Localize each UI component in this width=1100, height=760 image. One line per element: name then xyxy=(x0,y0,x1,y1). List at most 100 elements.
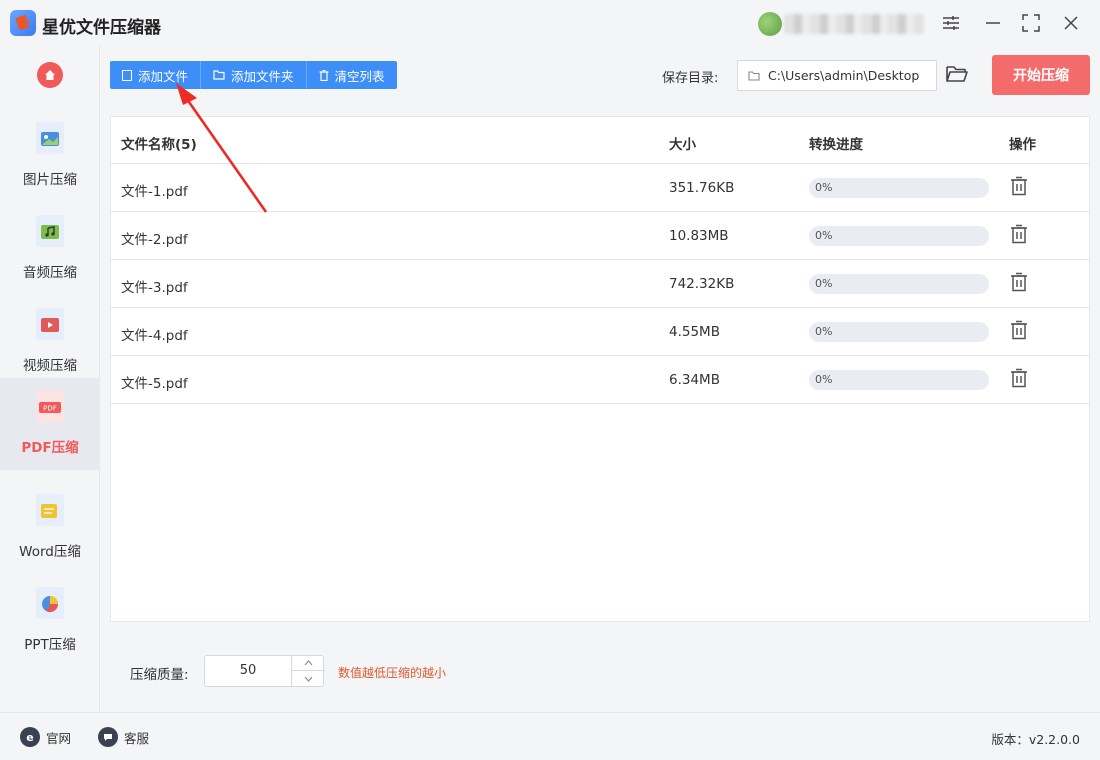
file-size: 10.83MB xyxy=(669,228,729,244)
file-toolbar: 添加文件 添加文件夹 清空列表 xyxy=(110,61,397,89)
quality-spinner xyxy=(291,656,325,686)
file-size: 742.32KB xyxy=(669,276,735,292)
customer-service-label: 客服 xyxy=(124,730,150,746)
column-header-action: 操作 xyxy=(1009,137,1036,153)
website-icon: e xyxy=(20,727,40,747)
title-bar: 星优文件压缩器 xyxy=(0,0,1100,46)
video-file-icon xyxy=(36,308,64,340)
minimize-icon[interactable] xyxy=(982,12,1004,34)
file-icon xyxy=(122,69,132,81)
trash-icon xyxy=(319,69,329,81)
file-name: 文件-5.pdf xyxy=(121,376,188,392)
delete-row-icon[interactable] xyxy=(1010,368,1028,388)
sidebar-item-label: 图片压缩 xyxy=(23,172,77,188)
file-size: 4.55MB xyxy=(669,324,720,340)
word-file-icon xyxy=(36,494,64,526)
file-table: 文件名称(5) 大小 转换进度 操作 文件-1.pdf 351.76KB 0% … xyxy=(110,116,1090,622)
column-header-size: 大小 xyxy=(669,137,696,153)
add-folder-button[interactable]: 添加文件夹 xyxy=(201,61,307,89)
settings-icon[interactable] xyxy=(940,12,962,34)
save-directory-field[interactable]: C:\Users\admin\Desktop xyxy=(737,60,937,91)
file-name: 文件-2.pdf xyxy=(121,232,188,248)
progress-bar: 0% xyxy=(809,370,989,390)
table-header: 文件名称(5) 大小 转换进度 操作 xyxy=(111,117,1089,164)
audio-file-icon xyxy=(36,215,64,247)
folder-icon xyxy=(748,70,760,81)
progress-bar: 0% xyxy=(809,322,989,342)
increment-button[interactable] xyxy=(292,656,325,671)
sidebar-item-label: 视频压缩 xyxy=(23,358,77,374)
sidebar-item-audio[interactable]: 音频压缩 xyxy=(0,203,100,295)
browse-folder-icon[interactable] xyxy=(945,64,969,86)
home-icon xyxy=(45,70,55,80)
add-file-button[interactable]: 添加文件 xyxy=(110,61,202,89)
website-label: 官网 xyxy=(46,730,72,746)
chat-icon xyxy=(98,727,118,747)
pdf-file-icon: PDF xyxy=(36,390,64,422)
column-header-name: 文件名称(5) xyxy=(121,137,197,153)
delete-row-icon[interactable] xyxy=(1010,224,1028,244)
file-size: 6.34MB xyxy=(669,372,720,388)
progress-text: 0% xyxy=(815,181,833,194)
user-avatar[interactable] xyxy=(758,12,782,36)
table-row[interactable]: 文件-2.pdf 10.83MB 0% xyxy=(111,212,1089,260)
sidebar: 图片压缩 音频压缩 视频压缩 PDF PDF压缩 Word压缩 PPT压缩 xyxy=(0,46,100,712)
file-name: 文件-3.pdf xyxy=(121,280,188,296)
decrement-button[interactable] xyxy=(292,671,325,686)
add-folder-label: 添加文件夹 xyxy=(231,68,294,84)
table-row[interactable]: 文件-4.pdf 4.55MB 0% xyxy=(111,308,1089,356)
quality-panel: 压缩质量: 50 数值越低压缩的越小 xyxy=(110,632,1090,710)
sidebar-item-label: 音频压缩 xyxy=(23,265,77,281)
sidebar-item-word[interactable]: Word压缩 xyxy=(0,482,100,574)
save-path-value: C:\Users\admin\Desktop xyxy=(768,68,920,83)
chevron-down-icon xyxy=(304,676,313,682)
progress-bar: 0% xyxy=(809,274,989,294)
sidebar-item-image[interactable]: 图片压缩 xyxy=(0,110,100,202)
app-title: 星优文件压缩器 xyxy=(42,18,161,38)
quality-label: 压缩质量: xyxy=(130,667,189,683)
progress-text: 0% xyxy=(815,325,833,338)
delete-row-icon[interactable] xyxy=(1010,320,1028,340)
sidebar-item-video[interactable]: 视频压缩 xyxy=(0,296,100,388)
clear-list-label: 清空列表 xyxy=(334,68,385,84)
progress-text: 0% xyxy=(815,229,833,242)
svg-text:PDF: PDF xyxy=(43,405,57,413)
ppt-file-icon xyxy=(36,587,64,619)
delete-row-icon[interactable] xyxy=(1010,176,1028,196)
column-header-progress: 转换进度 xyxy=(809,137,863,153)
quality-stepper[interactable]: 50 xyxy=(204,655,325,687)
table-row[interactable]: 文件-3.pdf 742.32KB 0% xyxy=(111,260,1089,308)
quality-value[interactable]: 50 xyxy=(205,663,291,678)
save-directory-label: 保存目录: xyxy=(662,71,719,86)
progress-bar: 0% xyxy=(809,178,989,198)
progress-text: 0% xyxy=(815,277,833,290)
clear-list-button[interactable]: 清空列表 xyxy=(307,61,397,89)
folder-icon xyxy=(213,70,225,80)
progress-bar: 0% xyxy=(809,226,989,246)
sidebar-item-pdf[interactable]: PDF PDF压缩 xyxy=(0,378,100,470)
add-file-label: 添加文件 xyxy=(138,68,189,84)
user-name-blurred[interactable] xyxy=(784,14,924,34)
sidebar-item-label: Word压缩 xyxy=(19,544,81,560)
image-file-icon xyxy=(36,122,64,154)
home-button[interactable] xyxy=(37,62,63,88)
file-name: 文件-4.pdf xyxy=(121,328,188,344)
file-name: 文件-1.pdf xyxy=(121,184,188,200)
close-icon[interactable] xyxy=(1060,12,1082,34)
start-compress-button[interactable]: 开始压缩 xyxy=(992,55,1090,95)
file-size: 351.76KB xyxy=(669,180,735,196)
sidebar-item-label: PDF压缩 xyxy=(21,440,79,456)
customer-service-link[interactable]: 客服 xyxy=(98,727,149,747)
version-text: 版本：v2.2.0.0 xyxy=(991,732,1080,747)
sidebar-item-ppt[interactable]: PPT压缩 xyxy=(0,575,100,667)
website-link[interactable]: e 官网 xyxy=(20,727,71,747)
progress-text: 0% xyxy=(815,373,833,386)
app-logo-icon xyxy=(10,10,36,36)
footer: e 官网 客服 版本：v2.2.0.0 xyxy=(0,712,1100,760)
maximize-icon[interactable] xyxy=(1020,12,1042,34)
table-row[interactable]: 文件-1.pdf 351.76KB 0% xyxy=(111,164,1089,212)
chevron-up-icon xyxy=(304,660,313,666)
delete-row-icon[interactable] xyxy=(1010,272,1028,292)
sidebar-item-label: PPT压缩 xyxy=(24,637,76,653)
table-row[interactable]: 文件-5.pdf 6.34MB 0% xyxy=(111,356,1089,404)
